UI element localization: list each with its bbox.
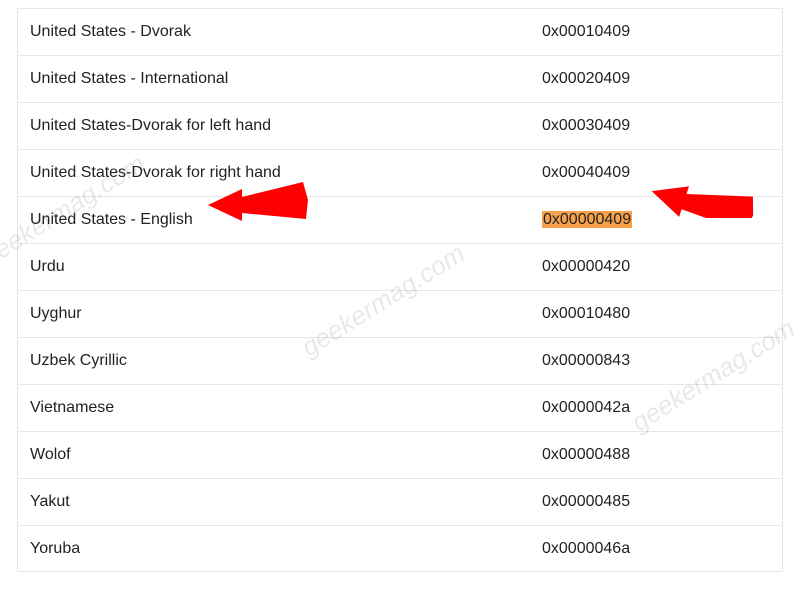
keyboard-layout-table-container: United States - Dvorak0x00010409United S… bbox=[0, 0, 800, 580]
highlighted-code: 0x00000409 bbox=[542, 211, 632, 228]
layout-code-cell: 0x00010480 bbox=[542, 305, 782, 323]
layout-code-cell: 0x00000485 bbox=[542, 493, 782, 511]
table-row: Wolof0x00000488 bbox=[17, 431, 783, 478]
table-row: Yakut0x00000485 bbox=[17, 478, 783, 525]
layout-code-cell: 0x00040409 bbox=[542, 164, 782, 182]
layout-code-cell: 0x00010409 bbox=[542, 23, 782, 41]
layout-name-cell: Wolof bbox=[18, 446, 542, 464]
layout-name-cell: Yoruba bbox=[18, 540, 542, 558]
layout-name-cell: Uyghur bbox=[18, 305, 542, 323]
layout-code-cell: 0x00000409 bbox=[542, 211, 782, 229]
table-row: Uyghur0x00010480 bbox=[17, 290, 783, 337]
layout-code-cell: 0x00000843 bbox=[542, 352, 782, 370]
table-row: United States - International0x00020409 bbox=[17, 55, 783, 102]
layout-name-cell: United States - English bbox=[18, 211, 542, 229]
table-row: United States-Dvorak for right hand0x000… bbox=[17, 149, 783, 196]
layout-code-cell: 0x0000042a bbox=[542, 399, 782, 417]
layout-name-cell: Urdu bbox=[18, 258, 542, 276]
table-row: United States - English0x00000409 bbox=[17, 196, 783, 243]
layout-name-cell: Vietnamese bbox=[18, 399, 542, 417]
table-row: Uzbek Cyrillic0x00000843 bbox=[17, 337, 783, 384]
table-row: Yoruba0x0000046a bbox=[17, 525, 783, 572]
layout-code-cell: 0x00000420 bbox=[542, 258, 782, 276]
table-row: Urdu0x00000420 bbox=[17, 243, 783, 290]
layout-name-cell: United States-Dvorak for right hand bbox=[18, 164, 542, 182]
keyboard-layout-table: United States - Dvorak0x00010409United S… bbox=[17, 8, 783, 572]
layout-code-cell: 0x00030409 bbox=[542, 117, 782, 135]
layout-name-cell: United States - International bbox=[18, 70, 542, 88]
layout-code-cell: 0x00020409 bbox=[542, 70, 782, 88]
layout-name-cell: United States - Dvorak bbox=[18, 23, 542, 41]
layout-name-cell: Yakut bbox=[18, 493, 542, 511]
layout-name-cell: Uzbek Cyrillic bbox=[18, 352, 542, 370]
layout-code-cell: 0x00000488 bbox=[542, 446, 782, 464]
table-row: United States-Dvorak for left hand0x0003… bbox=[17, 102, 783, 149]
table-row: Vietnamese0x0000042a bbox=[17, 384, 783, 431]
table-row: United States - Dvorak0x00010409 bbox=[17, 8, 783, 55]
layout-code-cell: 0x0000046a bbox=[542, 540, 782, 558]
layout-name-cell: United States-Dvorak for left hand bbox=[18, 117, 542, 135]
